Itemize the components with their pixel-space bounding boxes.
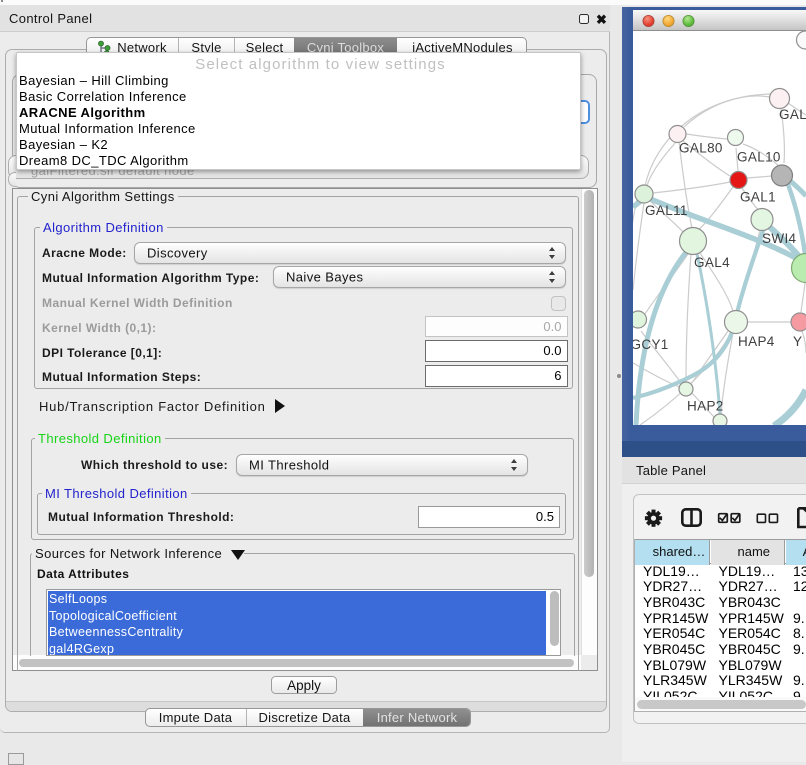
svg-text:GAL11: GAL11 [645,203,688,218]
svg-text:GAL10: GAL10 [737,150,781,165]
svg-text:HAP2: HAP2 [687,399,724,414]
svg-text:GCY1: GCY1 [633,337,669,352]
svg-text:GAL80: GAL80 [679,141,723,156]
svg-text:Y: Y [793,334,802,349]
svg-text:SWI4: SWI4 [762,231,797,246]
svg-text:GAL1: GAL1 [740,190,776,205]
svg-text:HAP4: HAP4 [738,334,775,349]
svg-text:GAL4: GAL4 [694,255,730,270]
svg-text:GAL: GAL [779,107,806,122]
